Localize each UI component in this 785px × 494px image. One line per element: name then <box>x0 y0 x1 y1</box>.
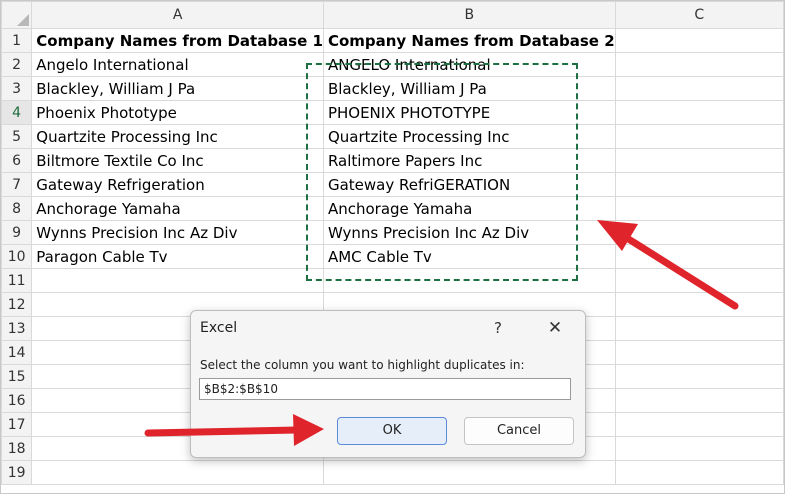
ok-button[interactable]: OK <box>337 417 447 445</box>
cell-a[interactable]: Paragon Cable Tv <box>31 244 324 269</box>
row-header[interactable]: 16 <box>1 388 33 413</box>
column-header-b[interactable]: B <box>322 1 616 29</box>
cell-c[interactable] <box>614 52 784 77</box>
row-header[interactable]: 19 <box>1 460 33 485</box>
cell-c[interactable] <box>614 412 784 437</box>
cell-a[interactable] <box>31 268 324 293</box>
cell-a[interactable]: Blackley, William J Pa <box>31 76 324 101</box>
table-row: 6 Biltmore Textile Co Inc Raltimore Papers… <box>1 148 784 173</box>
cell-c[interactable] <box>614 292 784 317</box>
row-header[interactable]: 7 <box>1 172 33 197</box>
table-row: 7 Gateway Refrigeration Gateway RefriGERAT… <box>1 172 784 197</box>
cell-a[interactable]: Phoenix Phototype <box>31 100 324 125</box>
help-icon[interactable]: ? <box>486 317 510 339</box>
cell-a[interactable]: Quartzite Processing Inc <box>31 124 324 149</box>
cell-a[interactable] <box>31 460 324 485</box>
table-row: 19 <box>1 460 784 485</box>
cell-c[interactable] <box>614 100 784 125</box>
table-row: 2 Angelo International ANGELO Internationa… <box>1 52 784 77</box>
row-header[interactable]: 11 <box>1 268 33 293</box>
row-header[interactable]: 2 <box>1 52 33 77</box>
range-input[interactable] <box>199 378 571 400</box>
row-header[interactable]: 17 <box>1 412 33 437</box>
select-all-triangle-icon <box>17 14 30 26</box>
table-row: 11 <box>1 268 784 293</box>
row-header[interactable]: 6 <box>1 148 33 173</box>
cell-b[interactable]: PHOENIX PHOTOTYPE <box>322 100 616 125</box>
cell-a[interactable]: Wynns Precision Inc Az Div <box>31 220 324 245</box>
table-row: 9 Wynns Precision Inc Az Div Wynns Precisi… <box>1 220 784 245</box>
row-header[interactable]: 9 <box>1 220 33 245</box>
excel-input-dialog: Excel ? ✕ Select the column you want to … <box>190 310 586 458</box>
cell-a[interactable]: Gateway Refrigeration <box>31 172 324 197</box>
row-header[interactable]: 12 <box>1 292 33 317</box>
column-header-row: A B C <box>1 1 784 29</box>
cell-c[interactable] <box>614 388 784 413</box>
cell-b[interactable]: Quartzite Processing Inc <box>322 124 616 149</box>
cell-c[interactable] <box>614 340 784 365</box>
row-header[interactable]: 18 <box>1 436 33 461</box>
column-header-a[interactable]: A <box>31 1 324 29</box>
row-header[interactable]: 4 <box>1 100 33 125</box>
column-header-c[interactable]: C <box>614 1 784 29</box>
row-header[interactable]: 8 <box>1 196 33 221</box>
cell-c[interactable] <box>614 436 784 461</box>
table-row: 3 Blackley, William J Pa Blackley, William… <box>1 76 784 101</box>
cell-b[interactable]: Raltimore Papers Inc <box>322 148 616 173</box>
excel-window: A B C 1 Company Names from Database 1 Comp… <box>0 0 785 494</box>
cell-a[interactable]: Biltmore Textile Co Inc <box>31 148 324 173</box>
select-all-corner[interactable] <box>1 1 33 29</box>
cell-c[interactable] <box>614 148 784 173</box>
cancel-button[interactable]: Cancel <box>464 417 574 445</box>
cell-a[interactable]: Angelo International <box>31 52 324 77</box>
cell-b[interactable]: Anchorage Yamaha <box>322 196 616 221</box>
row-header[interactable]: 3 <box>1 76 33 101</box>
cell-b[interactable]: AMC Cable Tv <box>322 244 616 269</box>
row-header[interactable]: 5 <box>1 124 33 149</box>
table-row: 5 Quartzite Processing Inc Quartzite Proce… <box>1 124 784 149</box>
cell-c[interactable] <box>614 220 784 245</box>
row-header[interactable]: 15 <box>1 364 33 389</box>
cell-b[interactable] <box>322 460 616 485</box>
row-header[interactable]: 13 <box>1 316 33 341</box>
cell-c[interactable] <box>614 460 784 485</box>
dialog-prompt: Select the column you want to highlight … <box>200 358 525 372</box>
cell-c[interactable] <box>614 364 784 389</box>
cell-b[interactable]: Blackley, William J Pa <box>322 76 616 101</box>
cell-c[interactable] <box>614 268 784 293</box>
cell-c[interactable] <box>614 28 784 53</box>
table-row: 10 Paragon Cable Tv AMC Cable Tv <box>1 244 784 269</box>
cell-a[interactable]: Anchorage Yamaha <box>31 196 324 221</box>
cell-c[interactable] <box>614 196 784 221</box>
cell-c[interactable] <box>614 244 784 269</box>
cell-b[interactable]: Gateway RefriGERATION <box>322 172 616 197</box>
table-row: 8 Anchorage Yamaha Anchorage Yamaha <box>1 196 784 221</box>
table-row: 4 Phoenix Phototype PHOENIX PHOTOTYPE <box>1 100 784 125</box>
table-row: 1 Company Names from Database 1 Company Na… <box>1 28 784 53</box>
cell-a[interactable]: Company Names from Database 1 <box>31 28 324 53</box>
cell-b[interactable]: Wynns Precision Inc Az Div <box>322 220 616 245</box>
close-icon[interactable]: ✕ <box>543 317 567 339</box>
cell-c[interactable] <box>614 172 784 197</box>
row-header[interactable]: 1 <box>1 28 33 53</box>
cell-c[interactable] <box>614 124 784 149</box>
cell-b[interactable]: ANGELO International <box>322 52 616 77</box>
cell-b[interactable]: Company Names from Database 2 <box>322 28 616 53</box>
cell-b[interactable] <box>322 268 616 293</box>
cell-c[interactable] <box>614 316 784 341</box>
row-header[interactable]: 14 <box>1 340 33 365</box>
cell-c[interactable] <box>614 76 784 101</box>
row-header[interactable]: 10 <box>1 244 33 269</box>
dialog-title: Excel <box>200 320 238 336</box>
